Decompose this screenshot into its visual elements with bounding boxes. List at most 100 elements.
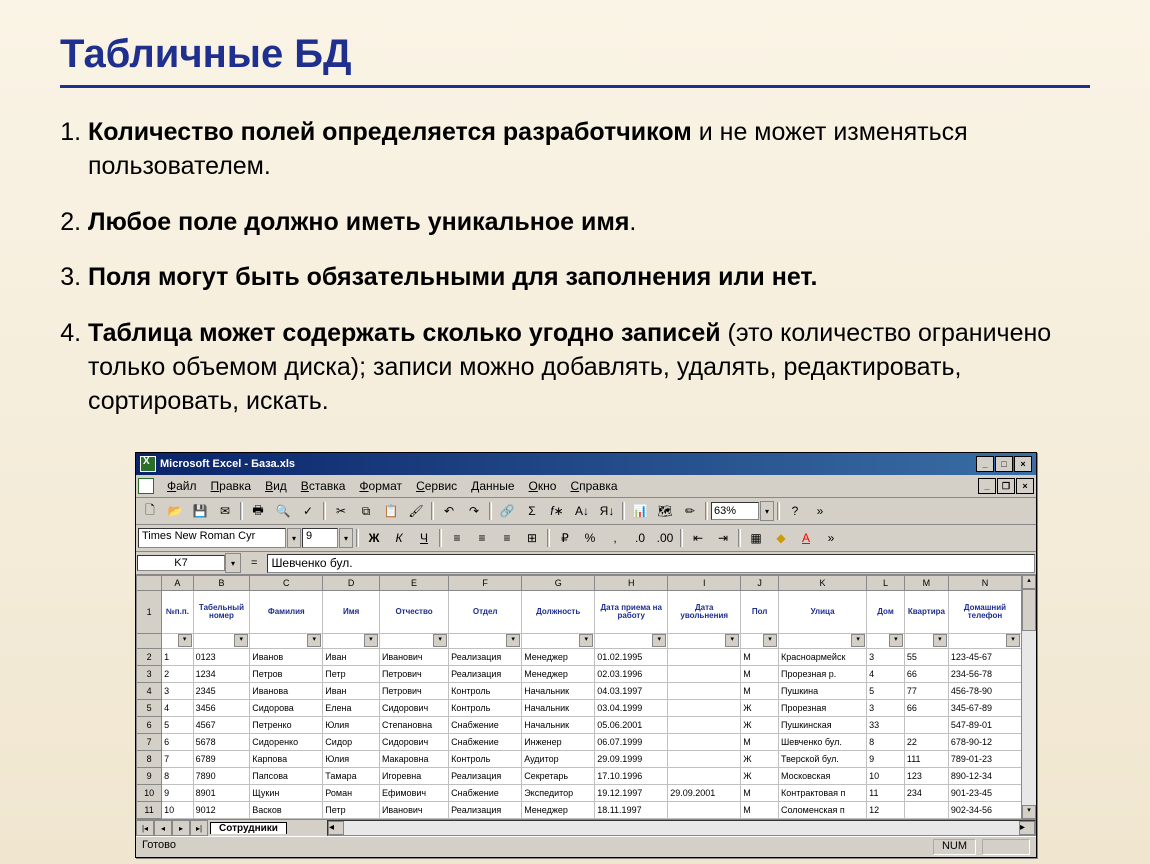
cell[interactable]: Васков — [250, 802, 323, 819]
col-header[interactable]: A — [162, 576, 193, 591]
horizontal-scrollbar[interactable]: ◂ ▸ — [327, 820, 1036, 836]
cell[interactable]: 6789 — [193, 751, 250, 768]
next-sheet-icon[interactable]: ▸ — [172, 820, 190, 836]
row-header[interactable]: 10 — [137, 785, 162, 802]
menu-view[interactable]: Вид — [258, 477, 294, 495]
cell[interactable]: 22 — [904, 734, 948, 751]
cell[interactable]: Сидорова — [250, 700, 323, 717]
italic-icon[interactable]: К — [387, 527, 411, 549]
cell[interactable]: 123 — [904, 768, 948, 785]
cell[interactable]: Степановна — [379, 717, 448, 734]
autofilter-dropdown[interactable] — [867, 634, 905, 649]
cell[interactable] — [904, 717, 948, 734]
cell[interactable]: 3 — [162, 683, 193, 700]
autofilter-dropdown[interactable] — [522, 634, 595, 649]
spreadsheet-grid[interactable]: ABCDEFGHIJKLMN1№п.п.Табельный номерФамил… — [136, 575, 1036, 819]
more-format-icon[interactable]: » — [819, 527, 843, 549]
autofilter-dropdown[interactable] — [379, 634, 448, 649]
cell[interactable] — [668, 751, 741, 768]
redo-icon[interactable]: ↷ — [462, 500, 486, 522]
cell[interactable]: Ефимович — [379, 785, 448, 802]
cell[interactable]: Менеджер — [522, 649, 595, 666]
col-header[interactable]: F — [449, 576, 522, 591]
row-header[interactable]: 8 — [137, 751, 162, 768]
menu-tools[interactable]: Сервис — [409, 477, 464, 495]
zoom-input[interactable]: 63% — [711, 502, 759, 520]
first-sheet-icon[interactable]: |◂ — [136, 820, 154, 836]
cell[interactable]: Сидор — [323, 734, 380, 751]
col-header[interactable]: G — [522, 576, 595, 591]
mdi-close-button[interactable]: × — [1016, 478, 1034, 494]
cell[interactable]: М — [741, 802, 779, 819]
cell[interactable]: Макаровна — [379, 751, 448, 768]
spell-icon[interactable]: ✓ — [296, 500, 320, 522]
font-size-dropdown[interactable]: ▾ — [339, 528, 353, 548]
cell[interactable]: Щукин — [250, 785, 323, 802]
more-icon[interactable]: » — [808, 500, 832, 522]
cell[interactable]: Сидорович — [379, 700, 448, 717]
cell[interactable]: Карпова — [250, 751, 323, 768]
cell[interactable]: 9 — [162, 785, 193, 802]
row-header[interactable]: 9 — [137, 768, 162, 785]
cell[interactable] — [668, 700, 741, 717]
cell[interactable]: 66 — [904, 700, 948, 717]
cell[interactable]: М — [741, 785, 779, 802]
cell[interactable]: 19.12.1997 — [595, 785, 668, 802]
align-right-icon[interactable]: ≡ — [495, 527, 519, 549]
autofilter-dropdown[interactable] — [193, 634, 250, 649]
cell[interactable]: Петр — [323, 802, 380, 819]
cell[interactable]: 1 — [162, 649, 193, 666]
cell[interactable]: 04.03.1997 — [595, 683, 668, 700]
mail-icon[interactable]: ✉ — [213, 500, 237, 522]
cell[interactable]: Контрактовая п — [779, 785, 867, 802]
cell[interactable]: Папсова — [250, 768, 323, 785]
cell[interactable]: Красноармейск — [779, 649, 867, 666]
cell[interactable] — [668, 768, 741, 785]
autofilter-dropdown[interactable] — [162, 634, 193, 649]
hyperlink-icon[interactable]: 🔗 — [495, 500, 519, 522]
cell[interactable]: 5678 — [193, 734, 250, 751]
cell[interactable]: Московская — [779, 768, 867, 785]
scroll-down-icon[interactable]: ▾ — [1022, 805, 1036, 819]
font-name-dropdown[interactable]: ▾ — [287, 528, 301, 548]
vertical-scrollbar[interactable]: ▴ ▾ — [1021, 575, 1036, 819]
comma-icon[interactable]: , — [603, 527, 627, 549]
cell[interactable]: Прорезная — [779, 700, 867, 717]
cell[interactable]: Сидорович — [379, 734, 448, 751]
cell[interactable]: Петрович — [379, 666, 448, 683]
cell[interactable]: М — [741, 683, 779, 700]
cell[interactable] — [904, 802, 948, 819]
cell[interactable]: 1234 — [193, 666, 250, 683]
scroll-up-icon[interactable]: ▴ — [1022, 575, 1036, 589]
sheet-tab[interactable]: Сотрудники — [210, 822, 287, 834]
cell[interactable]: 2345 — [193, 683, 250, 700]
save-icon[interactable]: 💾 — [188, 500, 212, 522]
col-header[interactable]: H — [595, 576, 668, 591]
cell[interactable]: 789-01-23 — [948, 751, 1021, 768]
cell[interactable]: 9 — [867, 751, 905, 768]
cell[interactable]: 10 — [867, 768, 905, 785]
sort-asc-icon[interactable]: A↓ — [570, 500, 594, 522]
cell[interactable]: Иванова — [250, 683, 323, 700]
cell[interactable]: 345-67-89 — [948, 700, 1021, 717]
last-sheet-icon[interactable]: ▸| — [190, 820, 208, 836]
cell[interactable]: 29.09.1999 — [595, 751, 668, 768]
cell[interactable]: Снабжение — [449, 734, 522, 751]
cell[interactable]: Реализация — [449, 802, 522, 819]
align-center-icon[interactable]: ≡ — [470, 527, 494, 549]
autofilter-dropdown[interactable] — [250, 634, 323, 649]
cell[interactable]: Елена — [323, 700, 380, 717]
cell[interactable] — [668, 734, 741, 751]
cell[interactable]: Начальник — [522, 683, 595, 700]
cell[interactable]: 5 — [867, 683, 905, 700]
cell[interactable]: Пушкинская — [779, 717, 867, 734]
cell[interactable]: Реализация — [449, 666, 522, 683]
increase-indent-icon[interactable]: ⇥ — [711, 527, 735, 549]
cell[interactable]: 02.03.1996 — [595, 666, 668, 683]
maximize-button[interactable]: □ — [995, 456, 1013, 472]
cell[interactable]: 33 — [867, 717, 905, 734]
cell[interactable]: Контроль — [449, 683, 522, 700]
col-header[interactable]: K — [779, 576, 867, 591]
cell[interactable]: Менеджер — [522, 802, 595, 819]
increase-decimal-icon[interactable]: .0 — [628, 527, 652, 549]
